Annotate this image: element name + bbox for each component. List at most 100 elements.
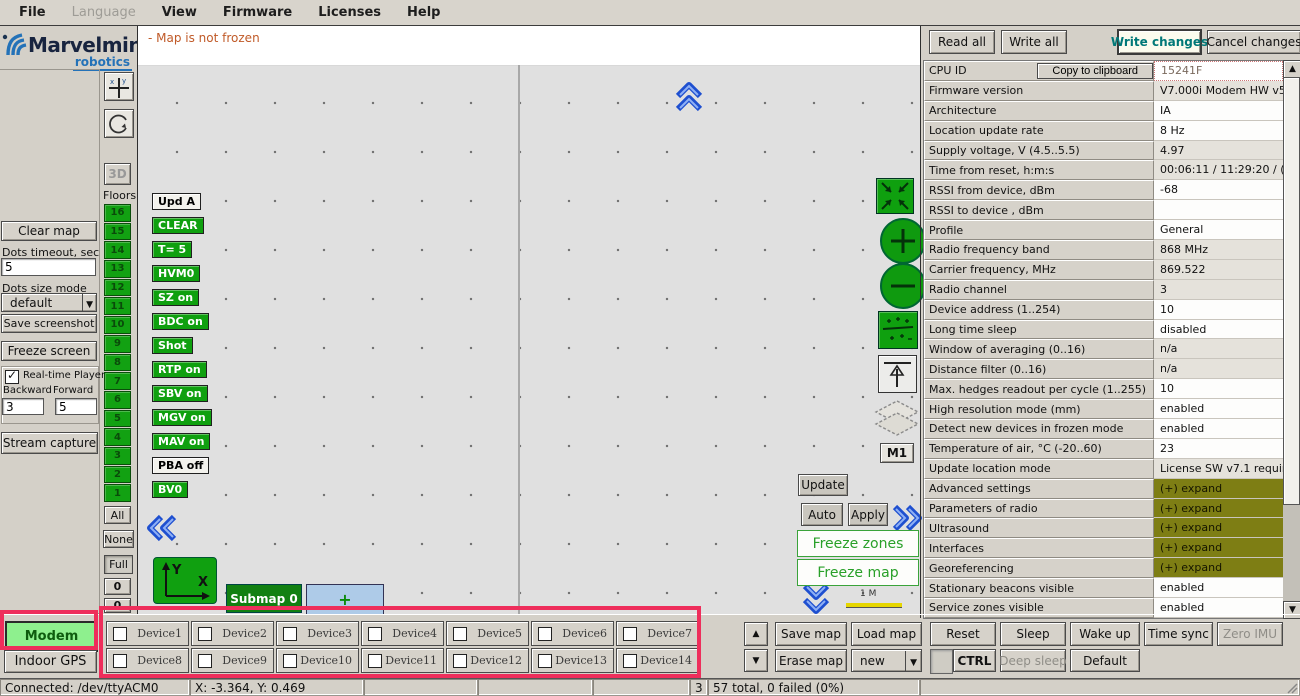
floor-button-6[interactable]: 6 [104,391,131,409]
property-value[interactable]: (+) expand [1154,518,1283,538]
floor-button-11[interactable]: 11 [104,297,131,315]
pan-left-icon[interactable] [146,513,178,543]
device-toggle-device10[interactable]: Device10 [276,648,359,673]
checkbox-icon[interactable] [283,654,297,668]
write-changes-button[interactable]: Write changes [1117,29,1202,55]
time-sync-button[interactable]: Time sync [1144,622,1213,646]
pan-up-icon[interactable] [674,81,704,113]
rotate-view-button[interactable] [104,109,134,138]
floor-button-7[interactable]: 7 [104,372,131,390]
property-value[interactable]: n/a [1154,359,1283,379]
device-toggle-device3[interactable]: Device3 [276,621,359,646]
3d-view-button[interactable]: 3D [104,163,131,185]
checkbox-icon[interactable] [198,654,212,668]
floor-button-10[interactable]: 10 [104,316,131,334]
device-toggle-device2[interactable]: Device2 [191,621,274,646]
floor-button-16[interactable]: 16 [104,204,131,222]
floors-all-button[interactable]: All [104,506,131,524]
floor-button-3[interactable]: 3 [104,447,131,465]
checkbox-icon[interactable] [368,627,382,641]
map-area[interactable]: - Map is not frozen Upd ACLEART= 5HVM0SZ… [137,26,920,614]
update-button[interactable]: Update [798,474,848,496]
property-value[interactable]: IA [1154,101,1283,121]
property-value[interactable]: 00:06:11 / 11:29:20 / ( [1154,160,1283,180]
menu-firmware[interactable]: Firmware [210,2,305,23]
device-toggle-device5[interactable]: Device5 [446,621,529,646]
menu-view[interactable]: View [149,2,210,23]
scrollbar-thumb[interactable] [1283,77,1300,505]
sleep-button[interactable]: Sleep [1000,622,1066,646]
read-all-button[interactable]: Read all [929,30,995,54]
add-submap-tab[interactable]: + [306,584,384,615]
layers-icon[interactable] [874,399,920,443]
device-toggle-device4[interactable]: Device4 [361,621,444,646]
floor-button-14[interactable]: 14 [104,241,131,259]
device-toggle-device6[interactable]: Device6 [531,621,614,646]
deep-sleep-button[interactable]: Deep sleep [1000,649,1066,672]
m1-button[interactable]: M1 [880,443,914,463]
save-map-button[interactable]: Save map [775,622,847,646]
clear-map-button[interactable]: Clear map [1,221,97,241]
freeze-zones-button[interactable]: Freeze zones [797,530,919,557]
resize-grip-icon[interactable] [1286,682,1298,694]
checkbox-icon[interactable] [198,627,212,641]
zero-imu-button[interactable]: Zero IMU [1217,622,1283,646]
device-toggle-device11[interactable]: Device11 [361,648,444,673]
dots-size-select[interactable]: default [1,293,97,312]
checkbox-icon[interactable] [453,654,467,668]
forward-input[interactable] [55,398,97,415]
scroll-up-button[interactable] [1283,60,1300,78]
save-screenshot-button[interactable]: Save screenshot [1,314,97,333]
map-toggle-pba-off[interactable]: PBA off [152,457,209,474]
floor-button-12[interactable]: 12 [104,279,131,297]
checkbox-icon[interactable] [113,627,127,641]
checkbox-icon[interactable] [623,627,637,641]
floors-full-button[interactable]: Full [104,555,133,574]
menu-help[interactable]: Help [394,2,453,23]
default-button[interactable]: Default [1070,649,1140,672]
copy-to-clipboard-button[interactable]: Copy to clipboard [1037,63,1153,79]
freeze-map-button[interactable]: Freeze map [797,559,919,586]
reset-button[interactable]: Reset [930,622,996,646]
property-value[interactable]: enabled [1154,419,1283,439]
write-all-button[interactable]: Write all [1001,30,1067,54]
floor-button-13[interactable]: 13 [104,260,131,278]
device-toggle-device14[interactable]: Device14 [616,648,699,673]
property-value[interactable]: (+) expand [1154,558,1283,578]
property-value[interactable]: 4.97 [1154,141,1283,161]
property-value[interactable]: disabled [1154,320,1283,340]
fit-view-button[interactable] [876,178,914,214]
freeze-screen-button[interactable]: Freeze screen [1,341,97,361]
device-toggle-device13[interactable]: Device13 [531,648,614,673]
device-page-up-button[interactable] [744,622,768,646]
map-toggle-sz-on[interactable]: SZ on [152,289,199,306]
map-toggle-bv0[interactable]: BV0 [152,481,188,498]
property-value[interactable]: -68 [1154,180,1283,200]
map-toggle-bdc-on[interactable]: BDC on [152,313,209,330]
property-value[interactable]: (+) expand [1154,538,1283,558]
property-value[interactable]: (+) expand [1154,479,1283,499]
tab-modem[interactable]: Modem [5,621,98,652]
floor-button-1[interactable]: 1 [104,484,131,502]
map-toggle-t-5[interactable]: T= 5 [152,241,192,258]
tab-submap-0[interactable]: Submap 0 [226,584,302,613]
realtime-player-checkbox[interactable] [5,370,19,384]
checkbox-icon[interactable] [113,654,127,668]
property-value[interactable]: General [1154,220,1283,240]
floor-button-2[interactable]: 2 [104,466,131,484]
floor-button-8[interactable]: 8 [104,354,131,372]
property-value[interactable]: 10 [1154,379,1283,399]
checkbox-icon[interactable] [538,627,552,641]
property-value[interactable]: 15241F [1154,61,1283,81]
device-toggle-device8[interactable]: Device8 [106,648,189,673]
floor-button-15[interactable]: 15 [104,223,131,241]
property-value[interactable]: 23 [1154,439,1283,459]
auto-button[interactable]: Auto [801,503,843,526]
property-value[interactable]: n/a [1154,339,1283,359]
pan-down-icon[interactable] [801,582,831,616]
pan-right-icon[interactable] [891,503,923,533]
property-value[interactable]: License SW v7.1 requir [1154,459,1283,479]
tab-indoor-gps[interactable]: Indoor GPS [4,650,97,673]
load-map-button[interactable]: Load map [851,622,922,646]
floor-button-9[interactable]: 9 [104,335,131,353]
